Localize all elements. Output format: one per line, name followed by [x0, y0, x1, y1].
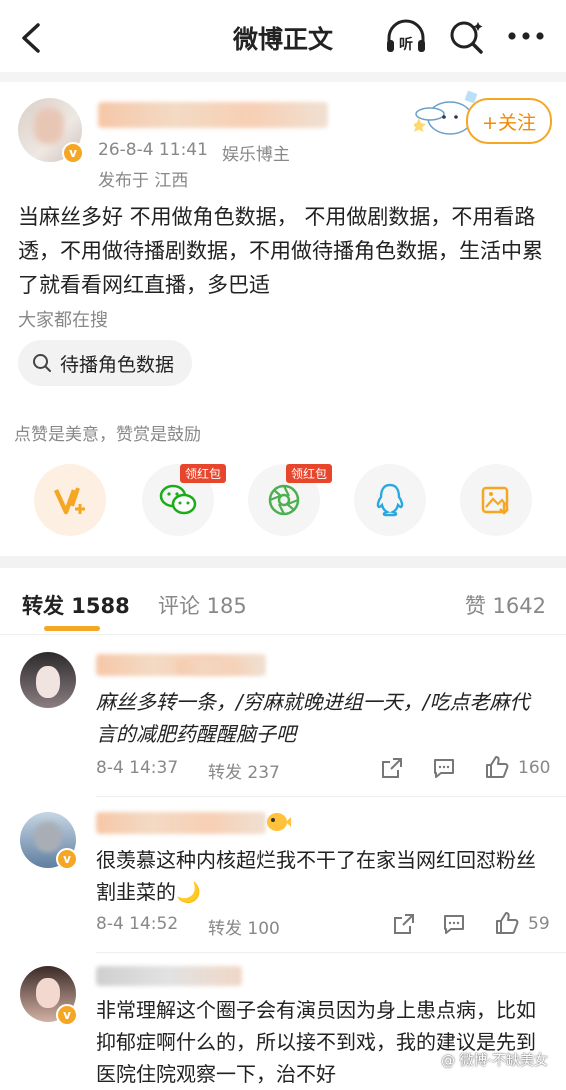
- tab-repost[interactable]: 转发 1588: [22, 590, 130, 620]
- wechat-icon: [159, 484, 197, 515]
- author-tag: 娱乐博主: [221, 145, 290, 165]
- divider: [96, 952, 566, 953]
- share-icon[interactable]: [392, 912, 416, 936]
- search-chip-label: 待播角色数据: [60, 353, 175, 376]
- divider: [0, 556, 566, 568]
- tab-like[interactable]: 赞 1642: [465, 590, 546, 620]
- qq-icon: [376, 483, 404, 517]
- comment-icon[interactable]: [432, 756, 456, 780]
- comment-time: 8-4 14:37: [96, 758, 179, 778]
- list-item: v 很羡慕这种内核超烂我不干了在家当网红回怼粉丝割韭菜的🌙 8-4 14:52 …: [0, 800, 566, 950]
- post-date: 26-8-4 11:41: [98, 140, 208, 160]
- svg-text:听: 听: [399, 36, 413, 53]
- commenter-badge-blurred: [176, 660, 262, 674]
- tab-active-indicator: [44, 626, 100, 631]
- commenter-name-blurred[interactable]: [96, 966, 242, 986]
- save-image-icon: [481, 486, 509, 515]
- search-icon[interactable]: [448, 18, 486, 56]
- follow-button[interactable]: +关注: [466, 98, 552, 144]
- comment-text: 非常理解这个圈子会有演员因为身上患点病，比如抑郁症啊什么的，所以接不到戏，我的建…: [96, 998, 536, 1086]
- v-plus-icon: [53, 487, 85, 515]
- commenter-avatar[interactable]: [20, 652, 76, 708]
- moments-icon: [268, 484, 300, 516]
- comment-like-count: 160: [518, 758, 551, 778]
- list-item: 麻丝多转一条，/穷麻就晚进组一天，/吃点老麻代言的减肥药醒醒脑子吧 8-4 14…: [0, 640, 566, 790]
- save-image-button[interactable]: [460, 464, 532, 536]
- comment-repost-count[interactable]: 转发 237: [208, 758, 280, 783]
- comment-like-count: 59: [528, 914, 550, 934]
- comment-repost-count[interactable]: 转发 100: [208, 914, 280, 939]
- listen-headphones-icon[interactable]: 听: [384, 18, 428, 56]
- share-qq-button[interactable]: [354, 464, 426, 536]
- post-location: 发布于 江西: [98, 171, 189, 191]
- comment-time: 8-4 14:52: [96, 914, 179, 934]
- top-bar: 微博正文 听: [0, 0, 566, 72]
- verified-badge-icon: v: [62, 142, 84, 164]
- comment-icon[interactable]: [442, 912, 466, 936]
- verified-badge-icon: v: [56, 1004, 78, 1026]
- trending-search-heading: 大家都在搜: [18, 310, 108, 331]
- pufferfish-badge-icon: [267, 813, 291, 831]
- search-icon: [33, 354, 51, 372]
- red-packet-tag: 领红包: [286, 464, 333, 483]
- post-meta: 26-8-4 11:41 娱乐博主: [98, 140, 290, 165]
- author-name-blurred[interactable]: [98, 102, 328, 128]
- comment-text: 麻丝多转一条，/穷麻就晚进组一天，/吃点老麻代言的减肥药醒醒脑子吧: [96, 690, 530, 746]
- commenter-name-blurred[interactable]: [96, 812, 266, 834]
- comment-text: 很羡慕这种内核超烂我不干了在家当网红回怼粉丝割韭菜的🌙: [96, 848, 536, 904]
- divider: [0, 72, 566, 82]
- share-icon[interactable]: [380, 756, 404, 780]
- search-chip[interactable]: 待播角色数据: [18, 340, 193, 386]
- share-row: 领红包 领红包: [0, 452, 566, 542]
- tip-text: 点赞是美意，赞赏是鼓励: [14, 425, 201, 445]
- like-icon[interactable]: [484, 754, 510, 780]
- tab-comment[interactable]: 评论 185: [158, 590, 247, 620]
- divider: [96, 796, 566, 797]
- red-packet-tag: 领红包: [180, 464, 227, 483]
- tab-bar: 转发 1588 评论 185 赞 1642: [0, 580, 566, 631]
- reward-button[interactable]: [34, 464, 106, 536]
- watermark: @ 微博·不缺美女: [441, 1053, 548, 1069]
- more-icon[interactable]: [506, 30, 546, 42]
- divider: [0, 634, 566, 635]
- like-icon[interactable]: [494, 910, 520, 936]
- post-body: 当麻丝多好 不用做角色数据， 不用做剧数据，不用看路透，不用做待播剧数据，不用做…: [18, 205, 543, 297]
- verified-badge-icon: v: [56, 848, 78, 870]
